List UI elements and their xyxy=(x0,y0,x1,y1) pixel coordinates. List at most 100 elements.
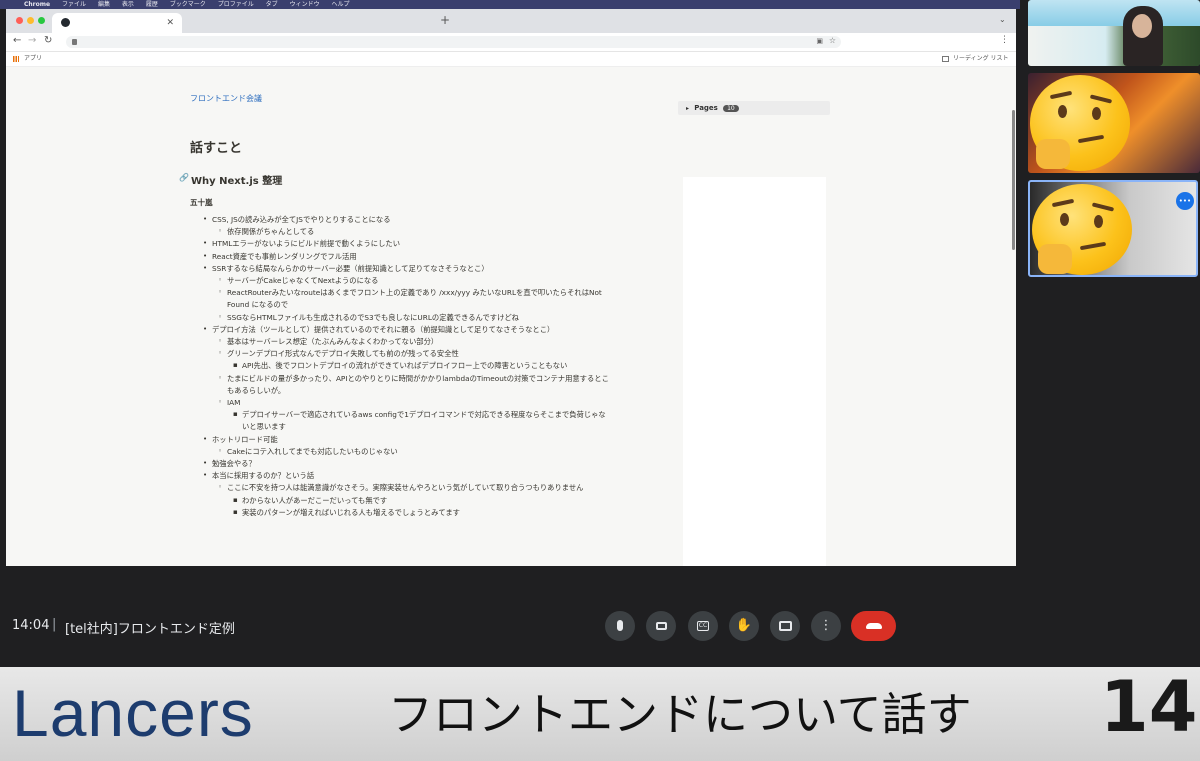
end-call-button[interactable] xyxy=(851,611,896,641)
list-item: ▪ API先出、後でフロントデプロイの流れができていればデプロイフロー上での障害と… xyxy=(233,361,568,371)
list-item-text: デプロイ方法（ツールとして）提供されているのでそれに頼る（前提知識として足りてな… xyxy=(212,324,555,334)
list-item: • デプロイ方法（ツールとして）提供されているのでそれに頼る（前提知識として足りて… xyxy=(203,324,555,334)
new-tab-button[interactable]: + xyxy=(440,13,450,27)
apps-shortcut[interactable]: アプリ xyxy=(24,52,42,66)
section-link-icon[interactable]: 🔗 xyxy=(179,173,189,182)
captions-icon: CC xyxy=(696,620,710,631)
present-screen-icon xyxy=(778,621,792,631)
thinking-emoji-icon xyxy=(1032,184,1132,275)
close-window-button[interactable] xyxy=(16,17,23,24)
menu-item-history[interactable]: 履歴 xyxy=(146,1,158,8)
list-item: ◦ たまにビルドの量が多かったり、APIとのやりとりに時間がかかりlambdaのT… xyxy=(218,374,609,383)
bullet-marker: ▪ xyxy=(233,507,238,516)
author-label: 五十嵐 xyxy=(190,198,213,207)
raise-hand-button[interactable]: ✋ xyxy=(729,611,759,641)
participant-tile-2[interactable] xyxy=(1028,73,1200,173)
list-item-text: グリーンデプロイ形式なんでデプロイ失敗しても前のが残ってる安全性 xyxy=(227,349,459,359)
thinking-emoji-icon xyxy=(1030,75,1130,171)
list-item: ◦ 依存関係がちゃんとしてる xyxy=(218,227,315,237)
bullet-marker: • xyxy=(203,471,208,480)
menu-item-view[interactable]: 表示 xyxy=(122,1,134,8)
menu-item-chrome[interactable]: Chrome xyxy=(24,1,50,8)
tab-search-icon[interactable]: ⌄ xyxy=(999,15,1006,24)
list-item-text: Cakeにコテ入れしてまでも対応したいものじゃない xyxy=(227,446,398,456)
bullet-marker: ◦ xyxy=(218,349,223,358)
menu-item-window[interactable]: ウィンドウ xyxy=(290,1,320,8)
browser-tab[interactable]: ✕ xyxy=(52,13,182,33)
list-item: ◦ サーバーがCakeじゃなくてNextようのになる xyxy=(218,276,379,285)
participant-video xyxy=(1028,26,1200,66)
bullet-marker: • xyxy=(203,324,208,333)
github-icon xyxy=(61,18,70,27)
list-item: ◦ ここに不安を持つ人は能満意識がなさそう。実際実装せんやろという気がしていて取り… xyxy=(218,483,583,492)
more-options-icon: ⋮ xyxy=(819,618,833,633)
list-item: • HTMLエラーがないようにビルド前提で動くようにしたい xyxy=(203,239,400,249)
bullet-marker: ◦ xyxy=(218,483,223,492)
tile-more-options-button[interactable]: ••• xyxy=(1176,192,1194,210)
participant-tile-1[interactable] xyxy=(1028,0,1200,66)
list-item-text: API先出、後でフロントデプロイの流れができていればデプロイフロー上での障害とい… xyxy=(242,361,568,371)
scrollbar[interactable] xyxy=(1012,110,1015,250)
bookmark-star-icon[interactable]: ☆ xyxy=(829,36,836,45)
address-bar[interactable]: ▣ ☆ xyxy=(66,36,841,48)
tab-close-icon[interactable]: ✕ xyxy=(166,13,174,33)
meeting-separator: | xyxy=(52,617,57,632)
translate-icon[interactable]: ▣ xyxy=(816,37,823,45)
captions-button[interactable]: CC xyxy=(688,611,718,641)
camera-icon xyxy=(655,622,667,630)
raise-hand-icon: ✋ xyxy=(735,618,753,633)
section-heading: Why Next.js 整理 xyxy=(191,176,283,187)
menu-item-tab[interactable]: タブ xyxy=(266,1,278,8)
menu-item-bookmarks[interactable]: ブックマーク xyxy=(170,1,206,8)
participant-tile-3-active[interactable]: ••• xyxy=(1028,180,1198,277)
list-item-text: サーバーがCakeじゃなくてNextようのになる xyxy=(227,276,379,285)
page-content: フロントエンド会議 話すこと 🔗 Why Next.js 整理 五十嵐 • CSS… xyxy=(6,67,1016,566)
reload-icon[interactable]: ↻ xyxy=(44,35,52,46)
minimize-window-button[interactable] xyxy=(27,17,34,24)
list-item-text: もあるらしいが。 xyxy=(227,385,286,395)
meeting-time: 14:04 xyxy=(12,618,50,633)
list-item-text: SSGならHTMLファイルも生成されるのでS3でも良しなにURLの定義できるんで… xyxy=(227,312,519,322)
bullet-marker: ◦ xyxy=(218,446,223,455)
list-item: いと思います xyxy=(242,422,286,431)
bullet-marker: ◦ xyxy=(218,337,223,345)
chrome-menu-icon[interactable]: ⋮ xyxy=(1000,35,1009,45)
pages-panel-body xyxy=(683,177,826,566)
menu-item-help[interactable]: ヘルプ xyxy=(332,1,350,8)
lancers-logo: Lancers xyxy=(12,676,254,750)
notion-document: フロントエンド会議 話すこと 🔗 Why Next.js 整理 五十嵐 • CSS… xyxy=(176,67,676,566)
bullet-marker: ◦ xyxy=(218,398,223,406)
forward-icon[interactable]: → xyxy=(28,35,36,46)
pages-count-badge: 10 xyxy=(723,105,739,112)
menu-item-profiles[interactable]: プロファイル xyxy=(218,1,254,8)
bullet-marker: ◦ xyxy=(218,227,223,236)
camera-button[interactable] xyxy=(646,611,676,641)
microphone-button[interactable] xyxy=(605,611,635,641)
meeting-title: [tel社内]フロントエンド定例 xyxy=(65,622,235,637)
bullet-marker: ◦ xyxy=(218,276,223,284)
reading-list-button[interactable]: リーディング リスト xyxy=(953,52,1009,66)
list-item: • 本当に採用するのか？という話 xyxy=(203,471,314,480)
list-item-text: 実装のパターンが増えればいじれる人も増えるでしょうとみてます xyxy=(242,507,460,517)
mac-menu-bar: Chrome ファイル 編集 表示 履歴 ブックマーク プロファイル タブ ウィ… xyxy=(0,0,1020,9)
more-options-button[interactable]: ⋮ xyxy=(811,611,841,641)
list-item-text: 基本はサーバーレス想定（たぶんみんなよくわかってない部分） xyxy=(227,337,439,346)
list-item-text: デプロイサーバーで適応されているaws configで1デプロイコマンドで対応で… xyxy=(242,410,606,420)
participant-face xyxy=(1132,14,1152,38)
list-item: ◦ ReactRouterみたいなrouteはあくまでフロント上の定義であり /x… xyxy=(218,288,602,297)
list-item-text: 依存関係がちゃんとしてる xyxy=(227,227,315,237)
list-item-text: HTMLエラーがないようにビルド前提で動くようにしたい xyxy=(212,239,400,249)
list-item: Found になるので xyxy=(227,300,288,309)
pages-label: Pages xyxy=(694,104,718,112)
bullet-marker: ◦ xyxy=(218,312,223,321)
pages-panel-header[interactable]: ▸ Pages 10 xyxy=(678,101,830,115)
menu-item-file[interactable]: ファイル xyxy=(62,1,86,8)
menu-item-edit[interactable]: 編集 xyxy=(98,1,110,8)
apps-icon[interactable] xyxy=(13,56,19,62)
reading-list-icon[interactable] xyxy=(942,56,949,62)
back-icon[interactable]: ← xyxy=(13,35,21,46)
zoom-window-button[interactable] xyxy=(38,17,45,24)
list-item: • 勉強会やる？ xyxy=(203,459,256,468)
present-screen-button[interactable] xyxy=(770,611,800,641)
breadcrumb[interactable]: フロントエンド会議 xyxy=(190,93,262,104)
